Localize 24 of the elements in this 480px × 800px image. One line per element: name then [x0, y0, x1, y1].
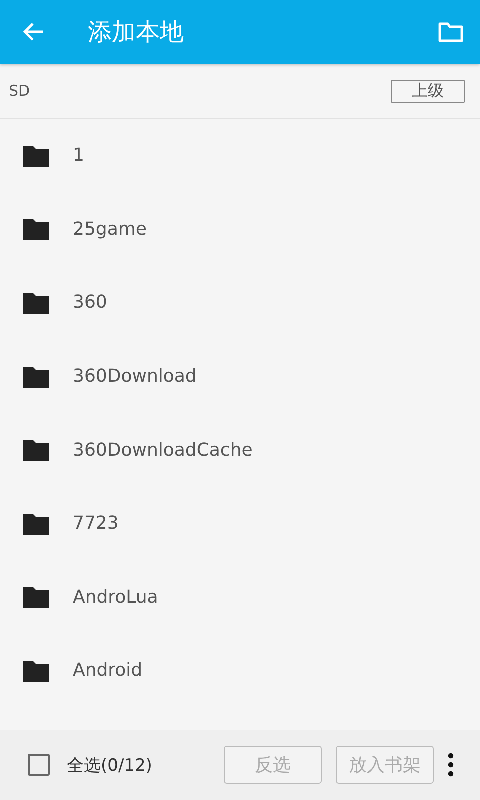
folder-icon: [23, 660, 49, 682]
folder-name[interactable]: AndroLua: [73, 586, 158, 608]
folder-name[interactable]: 25game: [73, 218, 147, 240]
parent-folder-button[interactable]: 上级: [391, 80, 465, 102]
folder-icon[interactable]: [438, 21, 464, 43]
select-all-label: 全选(0/12): [67, 754, 154, 776]
folder-icon: [23, 144, 49, 167]
more-menu-icon[interactable]: [448, 753, 454, 777]
folder-name[interactable]: 360: [73, 292, 108, 314]
folder-icon: [23, 439, 49, 462]
back-arrow-icon[interactable]: [22, 21, 44, 43]
folder-icon: [23, 292, 49, 314]
path-label: SD: [9, 82, 32, 100]
folder-name[interactable]: Android: [73, 660, 143, 682]
folder-icon: [23, 586, 49, 608]
folder-name[interactable]: 1: [73, 145, 84, 166]
folder-icon: [23, 512, 49, 535]
select-all-checkbox[interactable]: [28, 754, 50, 776]
folder-name[interactable]: 360Download: [73, 366, 197, 388]
folder-icon: [23, 218, 49, 240]
folder-icon: [23, 366, 49, 388]
page-title: 添加本地: [88, 17, 185, 48]
folder-name[interactable]: 360DownloadCache: [73, 440, 253, 461]
folder-name[interactable]: 7723: [73, 513, 119, 534]
